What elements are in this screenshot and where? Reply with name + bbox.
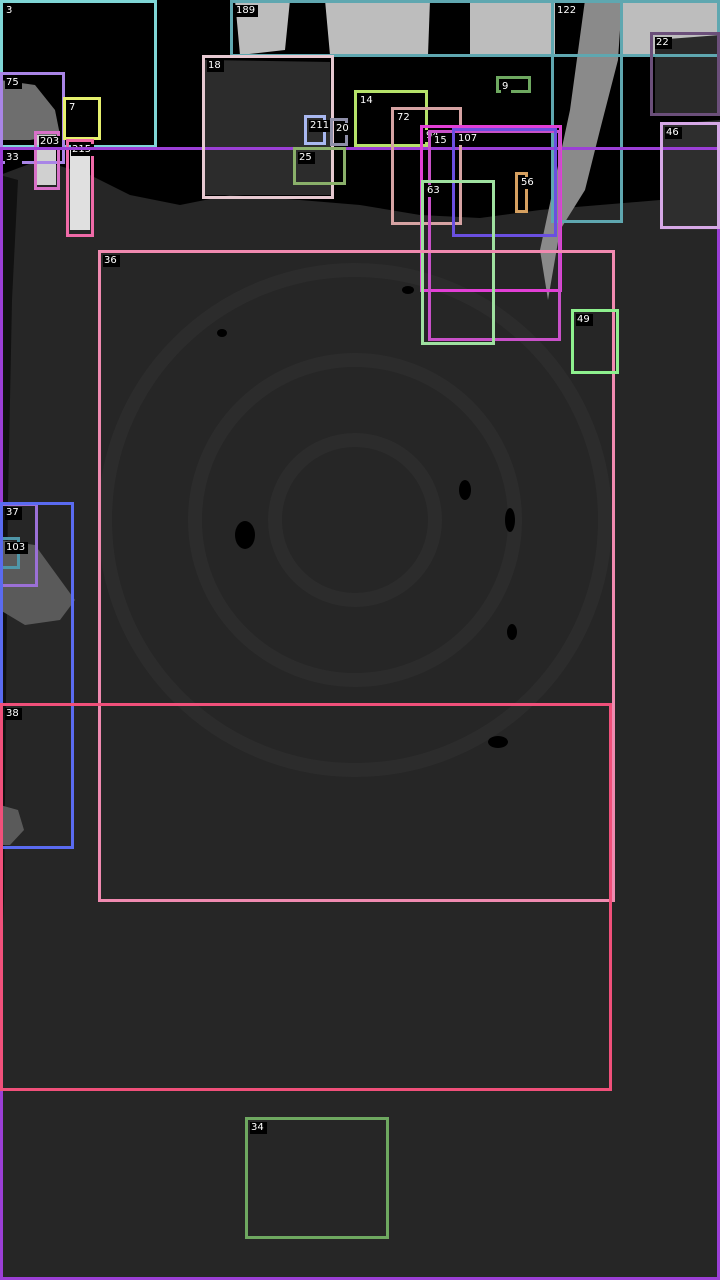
bounding-box-189: 189: [230, 0, 720, 57]
bounding-box-7: 7: [63, 97, 101, 140]
bounding-box-label: 63: [426, 185, 443, 197]
bounding-box-label: 25: [298, 152, 315, 164]
bounding-box-9: 9: [496, 76, 531, 93]
bounding-box-56: 56: [515, 172, 537, 213]
bounding-box-20: 20: [330, 118, 352, 146]
bounding-box-label: 33: [5, 152, 22, 164]
bounding-box-46: 46: [660, 122, 720, 229]
bounding-box-label: 9: [501, 81, 512, 93]
bounding-box-label: 36: [103, 255, 120, 267]
annotated-photo-canvas: 3189122227572032153318211202514972941510…: [0, 0, 720, 1280]
bounding-box-label: 20: [335, 123, 352, 135]
bounding-box-25: 25: [293, 147, 346, 185]
bounding-box-label: 14: [359, 95, 376, 107]
bounding-box-label: 34: [250, 1122, 267, 1134]
bounding-box-label: 56: [520, 177, 537, 189]
bounding-box-label: 38: [5, 708, 22, 720]
bounding-box-label: 15: [433, 135, 450, 147]
bounding-box-label: 37: [5, 507, 22, 519]
bounding-box-label: 122: [556, 5, 580, 17]
bounding-box-label: 189: [235, 5, 259, 17]
bounding-box-label: 7: [68, 102, 79, 114]
bounding-box-label: 72: [396, 112, 413, 124]
bounding-box-49: 49: [571, 309, 619, 374]
bounding-box-label: 75: [5, 77, 22, 89]
bounding-box-label: 22: [655, 37, 672, 49]
bounding-box-label: 211: [309, 120, 333, 132]
bounding-box-22: 22: [650, 32, 720, 116]
bounding-box-34: 34: [245, 1117, 389, 1239]
bounding-box-211: 211: [304, 115, 333, 145]
bounding-box-label: 18: [207, 60, 224, 72]
bounding-box-label: 49: [576, 314, 593, 326]
bounding-box-label: 3: [5, 5, 16, 17]
bounding-box-label: 46: [665, 127, 682, 139]
bounding-box-label: 107: [457, 133, 481, 145]
bounding-box-38: 38: [0, 703, 612, 1091]
